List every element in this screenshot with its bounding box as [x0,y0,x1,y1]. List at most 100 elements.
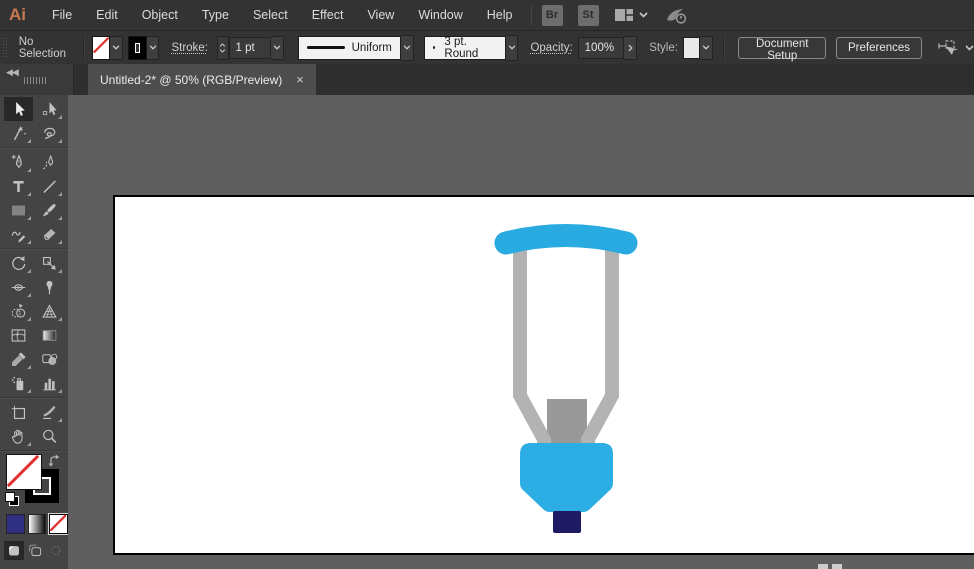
document-tab[interactable]: Untitled-2* @ 50% (RGB/Preview) × [88,64,316,95]
tool-pen[interactable] [4,150,33,174]
menu-item-view[interactable]: View [355,0,406,30]
control-bar-grip[interactable] [2,37,9,59]
tool-rectangle[interactable] [4,198,33,222]
tool-blend[interactable] [35,347,64,371]
brush-definition-chevron[interactable] [506,35,519,61]
crutch-center-post[interactable] [547,399,587,444]
tab-close-icon[interactable]: × [296,73,304,86]
panel-grip[interactable] [24,77,48,84]
menu-item-object[interactable]: Object [130,0,190,30]
tool-direct-selection[interactable] [35,97,64,121]
tool-eyedropper[interactable] [4,347,33,371]
stroke-weight-dropdown[interactable] [271,36,284,60]
crutch-tip[interactable] [553,511,581,533]
gradient-fill-button[interactable] [28,514,47,534]
opacity-field[interactable]: 100% [578,37,625,59]
fill-stroke-indicator [0,451,68,509]
canvas-area[interactable] [68,95,974,569]
fill-color-dropdown[interactable] [110,36,123,60]
share-power-icon [664,6,688,25]
slice-icon [40,403,59,422]
tool-magic-wand[interactable] [4,121,33,145]
tool-paintbrush[interactable] [35,198,64,222]
graphic-style-dropdown[interactable] [700,36,713,60]
tool-hand[interactable] [4,424,33,448]
tool-mesh[interactable] [4,323,33,347]
document-setup-button[interactable]: Document Setup [738,37,826,59]
tool-type[interactable] [4,174,33,198]
draw-inside-button[interactable] [46,541,66,560]
opacity-dropdown[interactable] [624,36,637,60]
scale-icon [40,254,59,273]
select-similar-objects-button[interactable] [937,39,974,57]
menu-item-window[interactable]: Window [406,0,474,30]
brush-definition-dropdown[interactable]: 3 pt. Round [424,36,506,60]
tool-selection[interactable] [4,97,33,121]
stroke-weight-stepper[interactable] [217,36,229,60]
divider [83,36,84,60]
menu-items: FileEditObjectTypeSelectEffectViewWindow… [40,0,525,30]
crutch-underarm-pad[interactable] [506,236,626,244]
zoom-icon [40,427,59,446]
tool-shaper[interactable] [4,222,33,246]
swap-fill-stroke-icon[interactable] [47,453,61,472]
eraser-icon [40,225,59,244]
default-fill-stroke-icon[interactable] [5,492,19,506]
magic-wand-icon [9,124,28,143]
type-icon [9,177,28,196]
tool-zoom[interactable] [35,424,64,448]
stroke-weight-label[interactable]: Stroke: [171,42,207,54]
tool-line-segment[interactable] [35,174,64,198]
stock-button[interactable]: St [578,5,599,26]
crutch-grip[interactable] [520,443,613,512]
fill-color-swatch[interactable] [92,36,110,60]
app-logo-icon: Ai [9,5,26,25]
crutch-left-leg[interactable] [513,249,551,447]
menu-item-edit[interactable]: Edit [84,0,130,30]
tool-puppet-warp[interactable] [35,275,64,299]
tool-shape-builder[interactable] [4,299,33,323]
draw-behind-button[interactable] [25,541,45,560]
tool-artboard[interactable] [4,400,33,424]
graphic-style-swatch[interactable] [683,37,700,59]
share-power-button[interactable] [664,6,688,25]
draw-normal-button[interactable] [4,541,24,560]
draw-modes-row [0,538,68,560]
stroke-weight-field[interactable]: 1 pt [229,37,271,59]
tool-slice[interactable] [35,400,64,424]
tool-gradient[interactable] [35,323,64,347]
opacity-label[interactable]: Opacity: [530,42,572,54]
tool-lasso[interactable] [35,121,64,145]
tool-width[interactable] [4,275,33,299]
brush-definition-value: 3 pt. Round [444,36,496,60]
menu-item-select[interactable]: Select [241,0,300,30]
menu-item-file[interactable]: File [40,0,84,30]
shape-builder-icon [9,302,28,321]
cutoff-ui-fragment [832,564,842,569]
tool-curvature[interactable] [35,150,64,174]
width-profile-dropdown[interactable]: Uniform [298,36,401,60]
control-bar: No Selection Stroke: 1 pt Uniform [0,31,974,65]
tool-column-graph[interactable] [35,371,64,395]
width-profile-chevron[interactable] [401,35,414,61]
workspace-layout-icon [614,7,634,23]
preferences-button[interactable]: Preferences [836,37,922,59]
stroke-color-swatch[interactable] [128,36,146,60]
menu-item-type[interactable]: Type [190,0,241,30]
tool-rotate[interactable] [4,251,33,275]
stroke-color-dropdown[interactable] [147,36,160,60]
bridge-button[interactable]: Br [542,5,563,26]
tool-perspective-grid[interactable] [35,299,64,323]
menu-item-effect[interactable]: Effect [300,0,356,30]
menu-item-help[interactable]: Help [475,0,525,30]
none-fill-button[interactable] [49,514,68,534]
collapse-panel-icon[interactable]: ◀◀ [6,67,18,78]
tool-scale[interactable] [35,251,64,275]
cutoff-ui-fragment [818,564,828,569]
workspace-layout-button[interactable] [614,7,648,23]
perspective-grid-icon [40,302,59,321]
tool-eraser[interactable] [35,222,64,246]
fill-indicator[interactable] [6,454,42,490]
tool-symbol-sprayer[interactable] [4,371,33,395]
color-fill-button[interactable] [6,514,25,534]
